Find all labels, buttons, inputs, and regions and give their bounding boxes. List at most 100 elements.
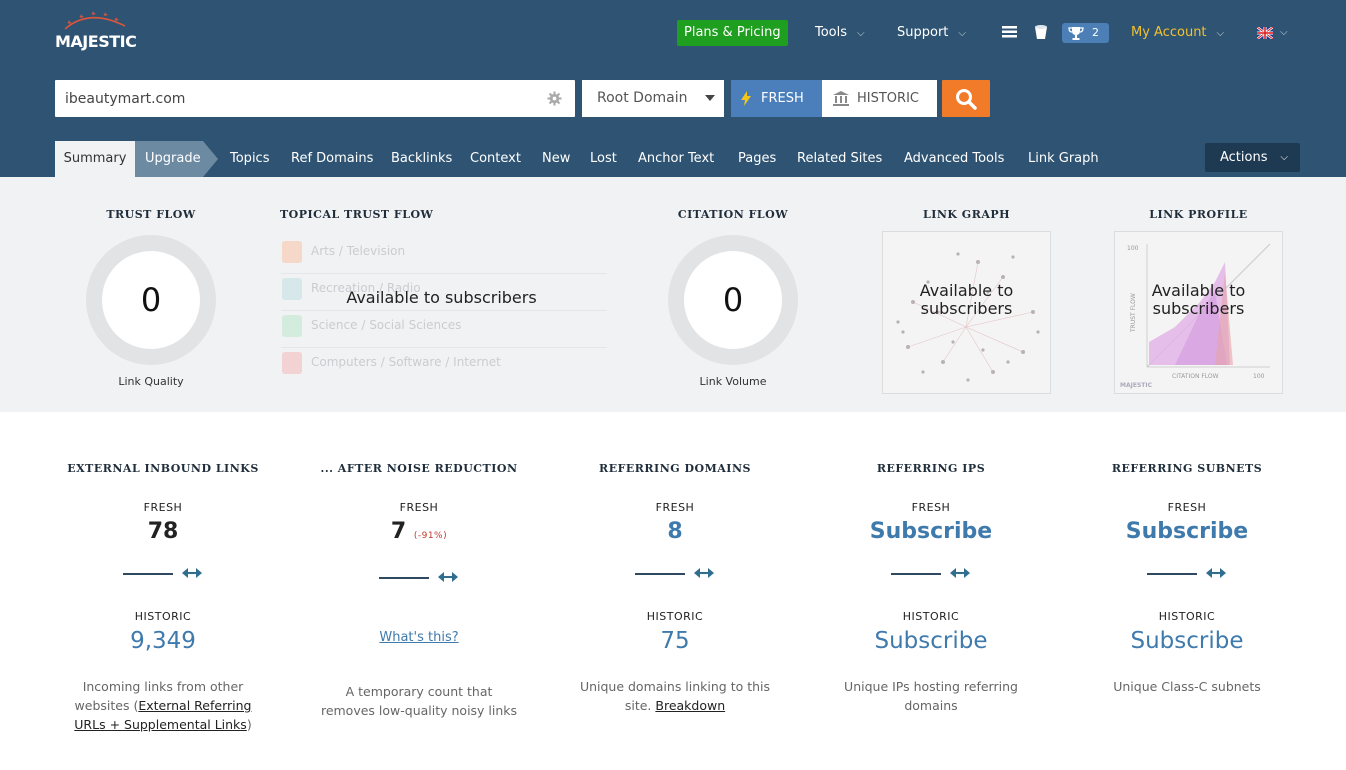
trophy-badge[interactable]: 2 xyxy=(1062,23,1109,43)
chevron-down-icon[interactable]: ⌵ xyxy=(1280,20,1288,46)
stat-title: EXTERNAL INBOUND LINKS xyxy=(67,462,259,475)
desc-suffix: ) xyxy=(246,717,252,732)
whats-this-link[interactable]: What's this? xyxy=(304,630,534,645)
search-icon xyxy=(956,89,977,110)
fresh-subscribe-link[interactable]: Subscribe xyxy=(1072,519,1302,544)
tab-topics[interactable]: Topics xyxy=(230,141,269,177)
historic-index-label: HISTORIC xyxy=(857,91,919,106)
historic-value[interactable]: 9,349 xyxy=(48,628,278,654)
tab-ref-domains[interactable]: Ref Domains xyxy=(291,141,373,177)
bucket-icon[interactable] xyxy=(1034,24,1048,40)
fresh-index-button[interactable]: FRESH xyxy=(731,80,822,117)
topic-row: Arts / Television xyxy=(281,237,607,274)
fresh-subscribe-link[interactable]: Subscribe xyxy=(816,519,1046,544)
chevron-down-icon: ⌵ xyxy=(958,28,966,39)
topic-row: Computers / Software / Internet xyxy=(281,348,607,385)
my-account-label: My Account xyxy=(1131,25,1207,40)
historic-subscribe-link[interactable]: Subscribe xyxy=(1072,628,1302,654)
stat-description: Incoming links from other websites (Exte… xyxy=(63,677,263,734)
swap-arrows-icon[interactable] xyxy=(438,570,458,584)
historic-label: HISTORIC xyxy=(1158,610,1216,623)
tab-new[interactable]: New xyxy=(542,141,570,177)
tab-pages[interactable]: Pages xyxy=(738,141,776,177)
stat-title: ... AFTER NOISE REDUCTION xyxy=(320,462,518,475)
tools-menu[interactable]: Tools ⌵ xyxy=(815,20,865,46)
gear-icon[interactable] xyxy=(547,91,562,106)
link-graph-title: LINK GRAPH xyxy=(922,208,1011,221)
divider-line xyxy=(635,573,685,575)
historic-index-button[interactable]: HISTORIC xyxy=(822,80,937,117)
x-axis-label: CITATION FLOW xyxy=(1172,373,1219,380)
swap-arrows-icon[interactable] xyxy=(182,566,202,580)
fresh-label: FRESH xyxy=(143,501,183,514)
topic-label: Computers / Software / Internet xyxy=(311,355,501,369)
divider-line xyxy=(123,573,173,575)
majestic-logo[interactable]: MAJESTIC xyxy=(55,10,145,55)
stat-title: REFERRING SUBNETS xyxy=(1111,462,1263,475)
uk-flag-icon[interactable] xyxy=(1257,27,1273,39)
tab-backlinks[interactable]: Backlinks xyxy=(391,141,452,177)
topic-color-swatch xyxy=(282,352,302,374)
logo-stars-icon xyxy=(64,11,126,30)
historic-label: HISTORIC xyxy=(902,610,960,623)
citation-flow-caption: Link Volume xyxy=(699,375,767,388)
trophy-count: 2 xyxy=(1092,26,1099,39)
list-icon[interactable] xyxy=(1002,25,1017,39)
fresh-label: FRESH xyxy=(655,501,695,514)
topic-color-swatch xyxy=(282,315,302,337)
fresh-value: 7 xyxy=(390,519,407,544)
tab-lost[interactable]: Lost xyxy=(590,141,617,177)
fresh-value-row: 7 (-91%) xyxy=(304,519,534,544)
support-menu[interactable]: Support ⌵ xyxy=(897,20,966,46)
historic-value[interactable]: 75 xyxy=(560,628,790,654)
tab-summary[interactable]: Summary xyxy=(55,141,135,177)
divider-line xyxy=(891,573,941,575)
noise-percent: (-91%) xyxy=(413,531,448,541)
link-profile-title: LINK PROFILE xyxy=(1149,208,1248,221)
historic-label: HISTORIC xyxy=(646,610,704,623)
swap-arrows-icon[interactable] xyxy=(1206,566,1226,580)
search-input[interactable] xyxy=(65,80,535,117)
swap-arrows-icon[interactable] xyxy=(694,566,714,580)
link-graph-subscribers-overlay[interactable]: Available to subscribers xyxy=(882,282,1051,318)
scope-select[interactable]: Root Domain xyxy=(582,80,724,117)
fresh-value: 78 xyxy=(147,519,179,544)
fresh-value[interactable]: 8 xyxy=(560,519,790,544)
topical-subscribers-overlay[interactable]: Available to subscribers xyxy=(281,288,602,307)
majestic-brand-mark: MAJESTIC xyxy=(1120,382,1153,389)
upgrade-arrow-shape xyxy=(203,141,218,177)
tab-context[interactable]: Context xyxy=(470,141,521,177)
chevron-down-icon: ⌵ xyxy=(1216,28,1225,39)
fresh-index-label: FRESH xyxy=(761,91,804,106)
topic-label: Science / Social Sciences xyxy=(311,318,462,332)
my-account-menu[interactable]: My Account ⌵ xyxy=(1131,20,1224,46)
stat-description: Unique IPs hosting referring domains xyxy=(844,679,1018,713)
trust-flow-value: 0 xyxy=(102,251,200,349)
fresh-label: FRESH xyxy=(911,501,951,514)
link-profile-subscribers-overlay[interactable]: Available to subscribers xyxy=(1114,282,1283,318)
topical-trust-flow-title: TOPICAL TRUST FLOW xyxy=(280,208,434,221)
support-menu-label: Support xyxy=(897,25,949,40)
swap-arrows-icon[interactable] xyxy=(950,566,970,580)
search-box xyxy=(55,80,575,117)
logo-text: MAJESTIC xyxy=(55,32,137,51)
caret-down-icon xyxy=(705,95,715,101)
tab-related-sites[interactable]: Related Sites xyxy=(797,141,882,177)
actions-label: Actions xyxy=(1220,150,1268,165)
chevron-down-icon: ⌵ xyxy=(857,28,865,39)
topic-label: Arts / Television xyxy=(311,244,406,258)
stat-title: REFERRING DOMAINS xyxy=(599,462,751,475)
tab-link-graph[interactable]: Link Graph xyxy=(1028,141,1099,177)
tab-upgrade[interactable]: Upgrade xyxy=(135,141,203,177)
trust-flow-gauge: 0 xyxy=(86,235,216,365)
actions-button[interactable]: Actions ⌵ xyxy=(1205,143,1300,172)
summary-band: TRUST FLOW 0 Link Quality TOPICAL TRUST … xyxy=(0,177,1346,412)
tab-anchor-text[interactable]: Anchor Text xyxy=(638,141,714,177)
breakdown-link[interactable]: Breakdown xyxy=(655,698,725,713)
lightning-icon xyxy=(741,91,751,106)
citation-flow-gauge: 0 xyxy=(668,235,798,365)
search-button[interactable] xyxy=(942,80,990,117)
historic-subscribe-link[interactable]: Subscribe xyxy=(816,628,1046,654)
tab-advanced-tools[interactable]: Advanced Tools xyxy=(904,141,1004,177)
plans-pricing-button[interactable]: Plans & Pricing xyxy=(677,20,788,46)
